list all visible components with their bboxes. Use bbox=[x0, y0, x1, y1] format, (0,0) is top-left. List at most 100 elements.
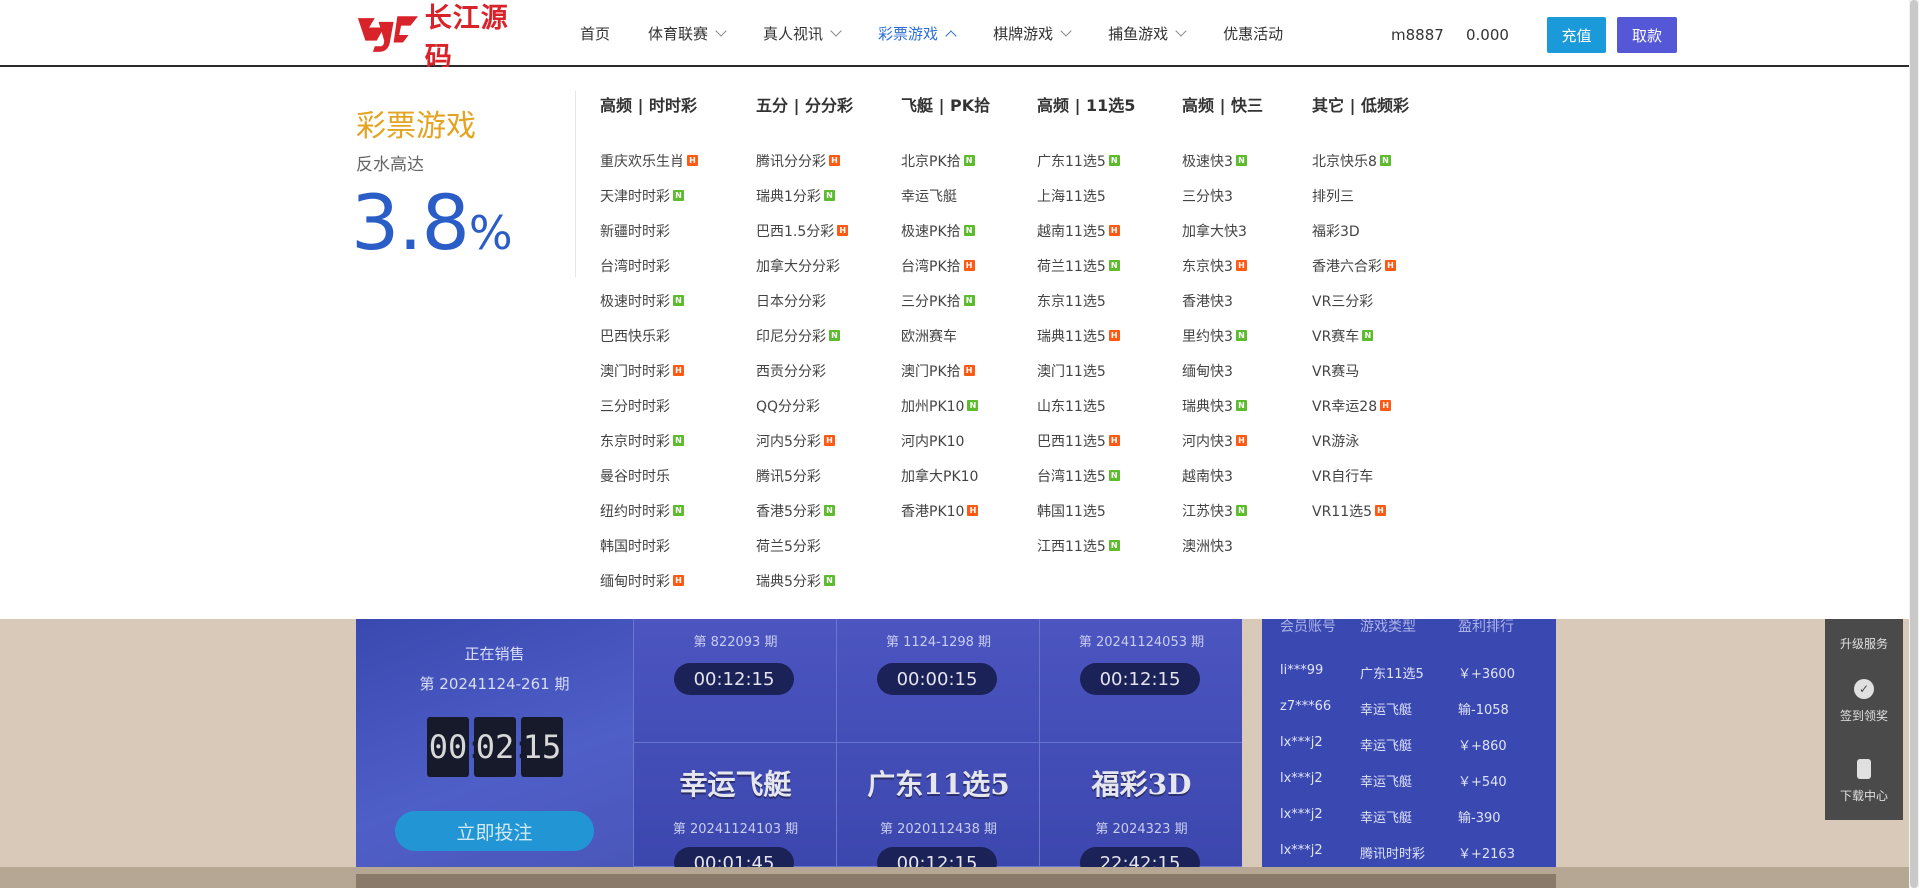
game-link[interactable]: VR三分彩 bbox=[1312, 283, 1409, 318]
game-link[interactable]: 北京PK拾 N bbox=[901, 143, 990, 178]
nav-item-4[interactable]: 棋牌游戏 bbox=[993, 23, 1072, 44]
withdraw-button[interactable]: 取款 bbox=[1617, 17, 1677, 53]
game-link[interactable]: 荷兰5分彩 bbox=[756, 528, 853, 563]
game-link[interactable]: 瑞典11选5 H bbox=[1037, 318, 1135, 353]
game-link[interactable]: 澳门11选5 bbox=[1037, 353, 1135, 388]
lottery-cell[interactable]: 幸运飞艇第 20241124103 期 00:01:45 bbox=[633, 743, 836, 879]
game-link[interactable]: 极速PK拾 N bbox=[901, 213, 990, 248]
game-link[interactable]: 山东11选5 bbox=[1037, 388, 1135, 423]
game-link[interactable]: 江苏快3 N bbox=[1182, 493, 1263, 528]
nav-item-5[interactable]: 捕鱼游戏 bbox=[1108, 23, 1187, 44]
hot-badge-icon: H bbox=[1108, 435, 1120, 446]
bet-now-button[interactable]: 立即投注 bbox=[395, 811, 594, 851]
game-link[interactable]: 极速时时彩 N bbox=[600, 283, 698, 318]
scrollbar-thumb[interactable] bbox=[1910, 0, 1918, 888]
game-link[interactable]: 北京快乐8 N bbox=[1312, 143, 1409, 178]
game-link[interactable]: QQ分分彩 bbox=[756, 388, 853, 423]
game-link[interactable]: 印尼分分彩 N bbox=[756, 318, 853, 353]
lottery-cell[interactable]: 第 1124-1298 期 00:00:15 bbox=[836, 619, 1039, 743]
game-link[interactable]: 河内快3 H bbox=[1182, 423, 1263, 458]
game-link[interactable]: 河内5分彩 H bbox=[756, 423, 853, 458]
game-link[interactable]: 日本分分彩 bbox=[756, 283, 853, 318]
game-link[interactable]: 三分快3 bbox=[1182, 178, 1263, 213]
game-link[interactable]: 曼谷时时乐 bbox=[600, 458, 698, 493]
new-badge-icon: N bbox=[673, 295, 684, 306]
game-link[interactable]: 台湾11选5 N bbox=[1037, 458, 1135, 493]
game-link[interactable]: 重庆欢乐生肖 H bbox=[600, 143, 698, 178]
game-link[interactable]: 三分PK拾 N bbox=[901, 283, 990, 318]
lottery-cell[interactable]: 广东11选5 第 2020112438 期 00:12:15 bbox=[836, 743, 1039, 879]
game-link[interactable]: VR赛马 bbox=[1312, 353, 1409, 388]
game-link[interactable]: 香港PK10 H bbox=[901, 493, 990, 528]
game-link[interactable]: 东京快3 H bbox=[1182, 248, 1263, 283]
game-link[interactable]: VR自行车 bbox=[1312, 458, 1409, 493]
game-link[interactable]: 巴西1.5分彩 H bbox=[756, 213, 853, 248]
game-link[interactable]: 三分时时彩 bbox=[600, 388, 698, 423]
game-link[interactable]: 加拿大快3 bbox=[1182, 213, 1263, 248]
game-name: VR赛马 bbox=[1312, 363, 1360, 380]
game-link[interactable]: 加拿大分分彩 bbox=[756, 248, 853, 283]
game-link[interactable]: 澳门时时彩 H bbox=[600, 353, 698, 388]
nav-item-3[interactable]: 彩票游戏 bbox=[878, 23, 957, 44]
game-link[interactable]: 福彩3D bbox=[1312, 213, 1409, 248]
game-link[interactable]: 广东11选5 N bbox=[1037, 143, 1135, 178]
game-link[interactable]: 河内PK10 bbox=[901, 423, 990, 458]
game-link[interactable]: 澳洲快3 bbox=[1182, 528, 1263, 563]
upgrade-service[interactable]: 升级服务 bbox=[1825, 635, 1903, 652]
game-link[interactable]: 江西11选5 N bbox=[1037, 528, 1135, 563]
nav-item-6[interactable]: 优惠活动 bbox=[1223, 23, 1283, 44]
game-link[interactable]: 韩国11选5 bbox=[1037, 493, 1135, 528]
game-link[interactable]: 新疆时时彩 bbox=[600, 213, 698, 248]
game-link[interactable]: 东京时时彩 N bbox=[600, 423, 698, 458]
game-link[interactable]: 香港六合彩 H bbox=[1312, 248, 1409, 283]
game-link[interactable]: 巴西11选5 H bbox=[1037, 423, 1135, 458]
game-link[interactable]: 加拿大PK10 bbox=[901, 458, 990, 493]
game-link[interactable]: 越南11选5 H bbox=[1037, 213, 1135, 248]
game-link[interactable]: 加州PK10 N bbox=[901, 388, 990, 423]
lottery-cell[interactable]: 第 20241124053 期 00:12:15 bbox=[1039, 619, 1242, 743]
game-link[interactable]: 韩国时时彩 bbox=[600, 528, 698, 563]
game-link[interactable]: 西贡分分彩 bbox=[756, 353, 853, 388]
download-center[interactable]: 下载中心 bbox=[1825, 759, 1903, 804]
game-link[interactable]: 腾讯5分彩 bbox=[756, 458, 853, 493]
game-link[interactable]: VR赛车 N bbox=[1312, 318, 1409, 353]
game-link[interactable]: 香港5分彩 N bbox=[756, 493, 853, 528]
username[interactable]: m8887 bbox=[1391, 26, 1444, 44]
lottery-cell[interactable]: 福彩3D 第 2024323 期 22:42:15 bbox=[1039, 743, 1242, 879]
checkin-reward[interactable]: ✓ 签到领奖 bbox=[1825, 679, 1903, 724]
game-link[interactable]: 瑞典1分彩 N bbox=[756, 178, 853, 213]
game-link[interactable]: 里约快3 N bbox=[1182, 318, 1263, 353]
game-link[interactable]: 荷兰11选5 N bbox=[1037, 248, 1135, 283]
nav-item-1[interactable]: 体育联赛 bbox=[648, 23, 727, 44]
ranking-game: 幸运飞艇 bbox=[1360, 739, 1413, 754]
game-link[interactable]: 澳门PK拾 H bbox=[901, 353, 990, 388]
game-link[interactable]: VR游泳 bbox=[1312, 423, 1409, 458]
game-link[interactable]: 欧洲赛车 bbox=[901, 318, 990, 353]
game-link[interactable]: 极速快3 N bbox=[1182, 143, 1263, 178]
nav-item-0[interactable]: 首页 bbox=[580, 23, 610, 44]
game-link[interactable]: 缅甸快3 bbox=[1182, 353, 1263, 388]
game-link[interactable]: 台湾PK拾 H bbox=[901, 248, 990, 283]
game-link[interactable]: 巴西快乐彩 bbox=[600, 318, 698, 353]
game-link[interactable]: 越南快3 bbox=[1182, 458, 1263, 493]
game-link[interactable]: 缅甸时时彩 H bbox=[600, 563, 698, 598]
game-link[interactable]: 腾讯分分彩 H bbox=[756, 143, 853, 178]
game-link[interactable]: 排列三 bbox=[1312, 178, 1409, 213]
game-link[interactable]: 东京11选5 bbox=[1037, 283, 1135, 318]
page-scrollbar[interactable] bbox=[1909, 0, 1919, 888]
lottery-cell[interactable]: 第 822093 期 00:12:15 bbox=[633, 619, 836, 743]
game-link[interactable]: 纽约时时彩 N bbox=[600, 493, 698, 528]
game-link[interactable]: 上海11选5 bbox=[1037, 178, 1135, 213]
game-link[interactable]: 瑞典快3 N bbox=[1182, 388, 1263, 423]
game-name: 河内PK10 bbox=[901, 433, 965, 450]
game-link[interactable]: VR11选5 H bbox=[1312, 493, 1409, 528]
game-link[interactable]: 幸运飞艇 bbox=[901, 178, 990, 213]
game-link[interactable]: 天津时时彩 N bbox=[600, 178, 698, 213]
game-link[interactable]: 台湾时时彩 bbox=[600, 248, 698, 283]
recharge-button[interactable]: 充值 bbox=[1547, 17, 1606, 53]
site-logo[interactable]: 长江源码 bbox=[356, 3, 530, 73]
game-link[interactable]: 瑞典5分彩 N bbox=[756, 563, 853, 598]
nav-item-2[interactable]: 真人视讯 bbox=[763, 23, 842, 44]
game-link[interactable]: VR幸运28 H bbox=[1312, 388, 1409, 423]
game-link[interactable]: 香港快3 bbox=[1182, 283, 1263, 318]
